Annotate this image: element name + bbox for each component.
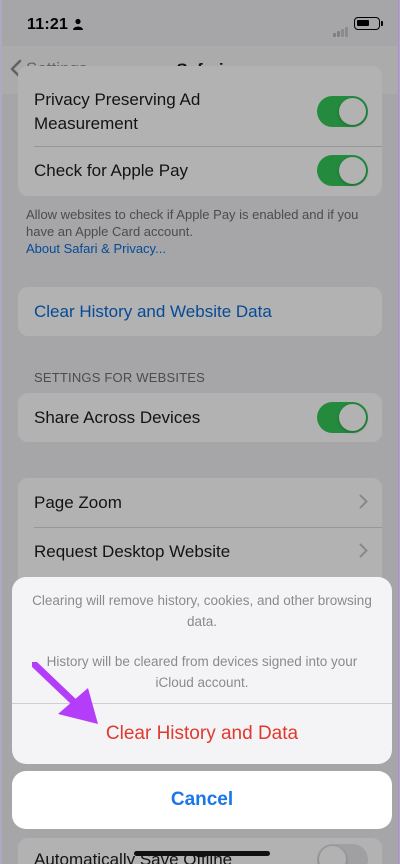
- action-sheet-message: Clearing will remove history, cookies, a…: [32, 593, 372, 629]
- home-indicator: [134, 851, 270, 856]
- cancel-button[interactable]: Cancel: [12, 771, 392, 829]
- screenshot-frame: 11:21 Settings Safari Privacy Preserving…: [0, 0, 400, 864]
- phone-screen: 11:21 Settings Safari Privacy Preserving…: [2, 0, 399, 864]
- annotation-arrow-icon: [32, 662, 98, 724]
